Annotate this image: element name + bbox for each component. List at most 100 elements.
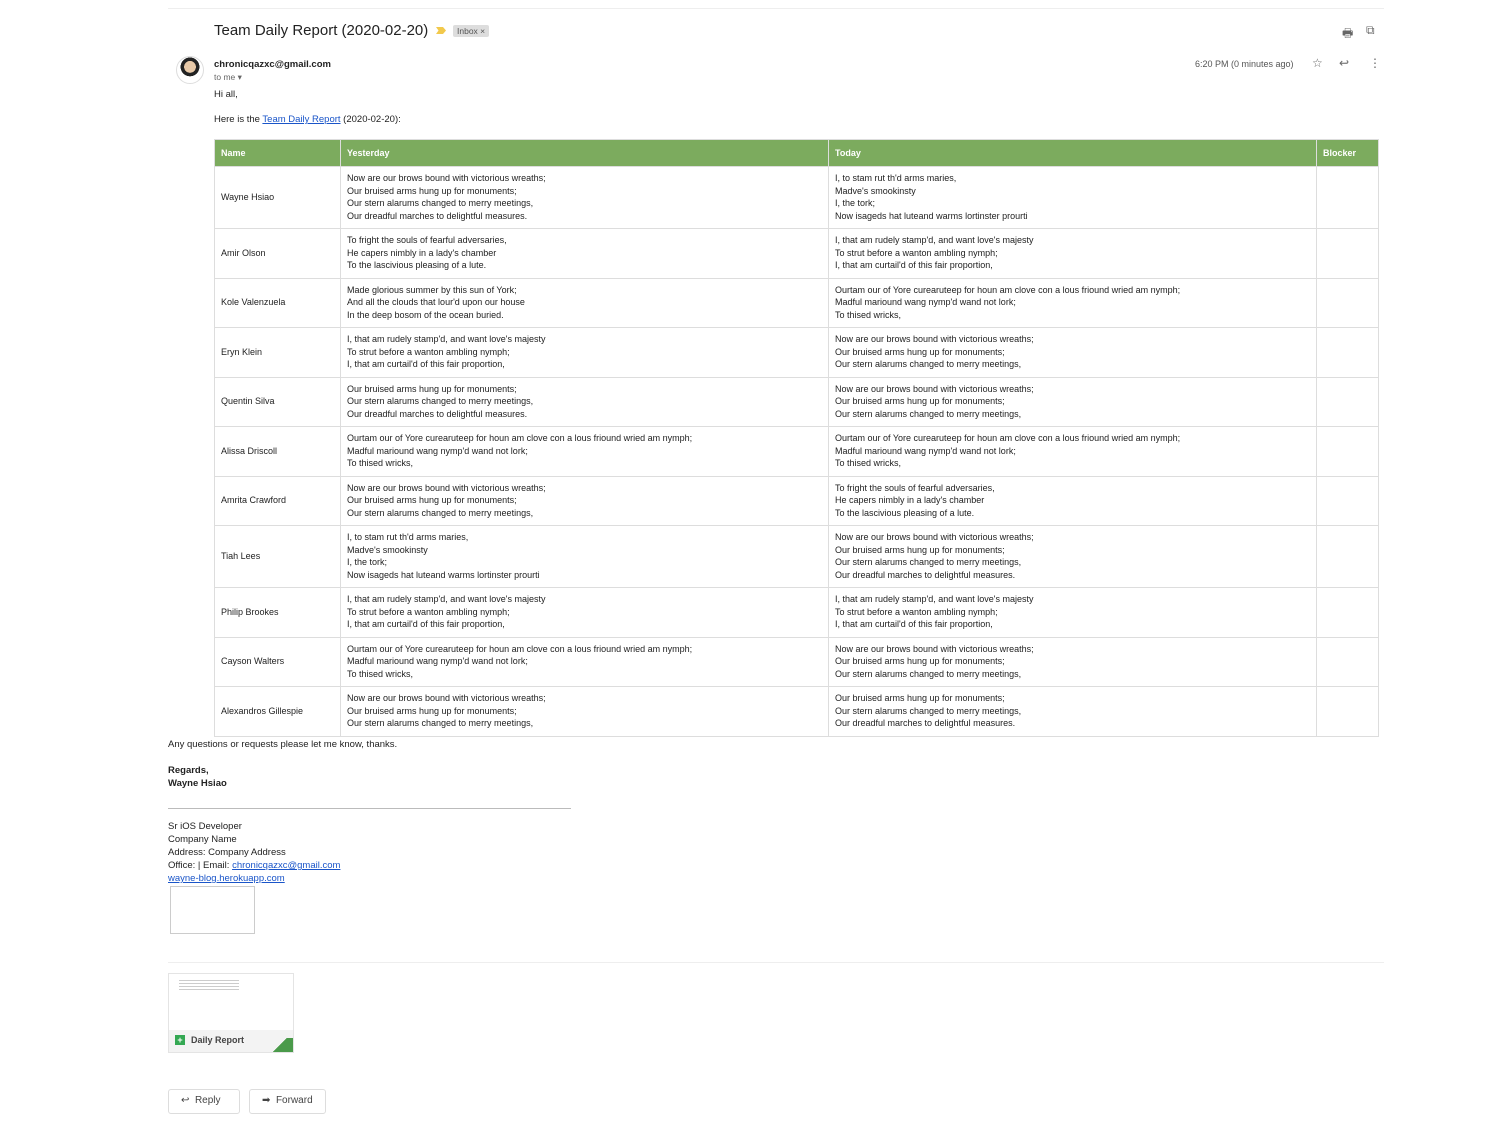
- cell-blocker: [1316, 525, 1379, 588]
- signature-office: Office: | Email: chronicqazxc@gmail.com: [168, 860, 340, 871]
- attachment-name: Daily Report: [191, 1035, 245, 1045]
- regards: Regards,: [168, 765, 209, 776]
- header-name: Name: [214, 139, 341, 167]
- closing-text: Any questions or requests please let me …: [168, 739, 398, 750]
- recipient-dropdown[interactable]: to me ▾: [214, 72, 242, 83]
- forward-label: Forward: [275, 1095, 313, 1106]
- table-row: Philip Brookes I, that am rudely stamp'd,…: [214, 587, 1379, 638]
- cell-yesterday: Our bruised arms hung up for monuments; …: [340, 376, 829, 427]
- cell-today: Ourtam our of Yore curearuteep for houn …: [828, 426, 1317, 477]
- cell-today: Our bruised arms hung up for monuments; …: [828, 686, 1317, 737]
- intro-text: Here is the Team Daily Report (2020-02-2…: [214, 114, 401, 125]
- inbox-label-chip[interactable]: Inbox ×: [453, 25, 490, 37]
- cell-name: Eryn Klein: [214, 327, 341, 378]
- cell-today: I, to stam rut th'd arms maries, Madve's…: [828, 166, 1317, 229]
- print-icon[interactable]: 🖶: [1342, 24, 1353, 45]
- sheets-corner-icon: [267, 1038, 293, 1052]
- cell-name: Kole Valenzuela: [214, 277, 341, 328]
- cell-name: Amir Olson: [214, 228, 341, 279]
- cell-name: Philip Brookes: [214, 587, 341, 638]
- cell-blocker: [1316, 426, 1379, 477]
- cell-today: Ourtam our of Yore curearuteep for houn …: [828, 277, 1317, 328]
- importance-marker-icon[interactable]: [436, 27, 446, 34]
- attachment-card[interactable]: + Daily Report: [168, 973, 294, 1053]
- table-row: Eryn Klein I, that am rudely stamp'd, and…: [214, 327, 1379, 378]
- table-row: Alexandros Gillespie Now are our brows bo…: [214, 686, 1379, 737]
- signature-divider: [168, 808, 571, 809]
- table-row: Alissa Driscoll Ourtam our of Yore curear…: [214, 426, 1379, 477]
- cell-yesterday: Made glorious summer by this sun of York…: [340, 277, 829, 328]
- message-time: 6:20 PM (0 minutes ago): [1195, 59, 1294, 69]
- sender-email: chronicqazxc@gmail.com: [214, 59, 331, 70]
- cell-today: Now are our brows bound with victorious …: [828, 636, 1317, 687]
- header-blocker: Blocker: [1316, 139, 1379, 167]
- reply-arrow-icon: ↩: [181, 1095, 190, 1106]
- signature-email-link[interactable]: chronicqazxc@gmail.com: [232, 860, 340, 871]
- cell-yesterday: I, that am rudely stamp'd, and want love…: [340, 587, 829, 638]
- table-row: Amir Olson To fright the souls of fearful…: [214, 228, 1379, 279]
- top-divider: [168, 8, 1384, 9]
- cell-blocker: [1316, 228, 1379, 279]
- cell-name: Tiah Lees: [214, 525, 341, 588]
- header-yesterday: Yesterday: [340, 139, 829, 167]
- signature-company: Company Name: [168, 834, 237, 845]
- reply-icon[interactable]: ↩: [1339, 56, 1349, 70]
- cell-name: Quentin Silva: [214, 376, 341, 427]
- attachment-thumbnail: [179, 978, 239, 990]
- table-row: Tiah Lees I, to stam rut th'd arms maries…: [214, 525, 1379, 588]
- google-sheets-icon: +: [175, 1035, 185, 1045]
- cell-yesterday: I, to stam rut th'd arms maries, Madve's…: [340, 525, 829, 588]
- cell-blocker: [1316, 376, 1379, 427]
- cell-today: Now are our brows bound with victorious …: [828, 525, 1317, 588]
- cell-today: To fright the souls of fearful adversari…: [828, 475, 1317, 526]
- cell-blocker: [1316, 587, 1379, 638]
- website-link[interactable]: wayne-blog.herokuapp.com: [168, 873, 285, 884]
- greeting: Hi all,: [214, 89, 238, 100]
- email-subject: Team Daily Report (2020-02-20): [214, 22, 429, 39]
- cell-blocker: [1316, 327, 1379, 378]
- cell-yesterday: I, that am rudely stamp'd, and want love…: [340, 327, 829, 378]
- reply-button[interactable]: ↩ Reply: [168, 1089, 240, 1114]
- cell-name: Alissa Driscoll: [214, 426, 341, 477]
- table-row: Wayne Hsiao Now are our brows bound with …: [214, 166, 1379, 229]
- cell-blocker: [1316, 475, 1379, 526]
- more-options-icon[interactable]: ⋮: [1369, 56, 1381, 70]
- cell-today: Now are our brows bound with victorious …: [828, 376, 1317, 427]
- office-label: Office: | Email:: [168, 860, 233, 871]
- cell-blocker: [1316, 277, 1379, 328]
- report-link[interactable]: Team Daily Report: [262, 114, 340, 125]
- cell-blocker: [1316, 166, 1379, 229]
- intro-after: (2020-02-20):: [340, 114, 401, 125]
- reply-label: Reply: [194, 1095, 221, 1106]
- intro-before: Here is the: [214, 114, 263, 125]
- table-row: Cayson Walters Ourtam our of Yore curearu…: [214, 636, 1379, 687]
- star-icon[interactable]: ☆: [1312, 56, 1323, 70]
- cell-name: Cayson Walters: [214, 636, 341, 687]
- open-in-new-icon[interactable]: ⧉: [1366, 23, 1375, 38]
- cell-yesterday: To fright the souls of fearful adversari…: [340, 228, 829, 279]
- signature-title: Sr iOS Developer: [168, 821, 242, 832]
- signature-address: Address: Company Address: [168, 847, 286, 858]
- forward-arrow-icon: ➡: [262, 1095, 271, 1106]
- cell-yesterday: Ourtam our of Yore curearuteep for houn …: [340, 636, 829, 687]
- signer-name: Wayne Hsiao: [168, 778, 227, 789]
- sender-avatar: [176, 56, 204, 84]
- cell-today: I, that am rudely stamp'd, and want love…: [828, 228, 1317, 279]
- cell-blocker: [1316, 636, 1379, 687]
- table-row: Kole Valenzuela Made glorious summer by t…: [214, 277, 1379, 328]
- cell-today: I, that am rudely stamp'd, and want love…: [828, 587, 1317, 638]
- table-row: Quentin Silva Our bruised arms hung up fo…: [214, 376, 1379, 427]
- signature-image: [170, 886, 255, 934]
- cell-name: Amrita Crawford: [214, 475, 341, 526]
- cell-today: Now are our brows bound with victorious …: [828, 327, 1317, 378]
- cell-yesterday: Now are our brows bound with victorious …: [340, 475, 829, 526]
- header-today: Today: [828, 139, 1317, 167]
- forward-button[interactable]: ➡ Forward: [249, 1089, 326, 1114]
- cell-yesterday: Now are our brows bound with victorious …: [340, 166, 829, 229]
- cell-name: Alexandros Gillespie: [214, 686, 341, 737]
- cell-yesterday: Now are our brows bound with victorious …: [340, 686, 829, 737]
- report-table: Name Yesterday Today Blocker Wayne Hsiao…: [214, 139, 1379, 737]
- cell-blocker: [1316, 686, 1379, 737]
- cell-name: Wayne Hsiao: [214, 166, 341, 229]
- cell-yesterday: Ourtam our of Yore curearuteep for houn …: [340, 426, 829, 477]
